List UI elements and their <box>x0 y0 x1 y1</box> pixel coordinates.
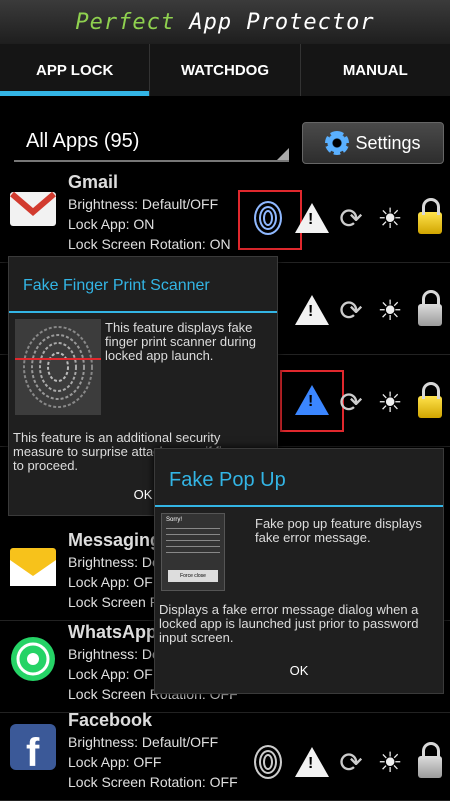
app-filter-label: All Apps (95) <box>26 130 140 152</box>
dropdown-corner-icon <box>277 148 289 160</box>
sun-icon: ☀ <box>377 746 403 778</box>
lock-toggle[interactable] <box>412 290 448 328</box>
fake-popup-toggle[interactable]: ! <box>294 744 330 780</box>
app-name: WhatsApp <box>68 622 157 642</box>
app-rotation-status: Lock Screen Ro <box>68 594 168 610</box>
settings-label: Settings <box>355 132 421 153</box>
app-title-part2: App Protector <box>189 9 375 35</box>
app-lock-status: Lock App: OFF <box>68 754 162 770</box>
app-brightness: Brightness: De <box>68 646 160 662</box>
filter-bar: All Apps (95) Settings <box>0 110 450 168</box>
preview-text <box>166 528 220 558</box>
fake-error-preview-image: Sorry! Force close <box>161 513 225 591</box>
dialog-description: This feature displays fake finger print … <box>105 320 257 363</box>
lock-toggle[interactable] <box>412 198 448 236</box>
lock-toggle[interactable] <box>412 742 448 780</box>
tab-watchdog[interactable]: WATCHDOG <box>150 44 301 96</box>
brightness-toggle[interactable]: ☀ <box>372 744 408 780</box>
brightness-toggle[interactable]: ☀ <box>372 384 408 420</box>
rotation-icon: ⟳ <box>339 202 363 234</box>
gmail-icon <box>10 191 56 226</box>
sun-icon: ☀ <box>377 386 403 418</box>
app-lock-status: Lock App: OFF <box>68 574 162 590</box>
app-title-bar: Perfect App Protector <box>0 0 450 45</box>
fingerprint-icon <box>254 201 282 235</box>
app-brightness: Brightness: De <box>68 554 160 570</box>
rotation-toggle[interactable]: ⟳ <box>333 200 369 236</box>
svg-text:f: f <box>26 731 40 772</box>
app-row-gmail[interactable]: Gmail Brightness: Default/OFF Lock App: … <box>0 170 450 263</box>
messaging-icon <box>10 548 56 586</box>
rotation-toggle[interactable]: ⟳ <box>333 744 369 780</box>
app-filter-dropdown[interactable]: All Apps (95) <box>14 118 289 162</box>
tab-app-lock[interactable]: APP LOCK <box>0 44 151 96</box>
app-row-facebook[interactable]: f Facebook Brightness: Default/OFF Lock … <box>0 708 450 801</box>
dialog-title: Fake Pop Up <box>169 469 286 491</box>
app-title: Perfect App Protector <box>75 10 374 35</box>
lock-toggle[interactable] <box>412 382 448 420</box>
lock-closed-icon <box>418 198 442 234</box>
warning-icon: ! <box>295 203 329 233</box>
fingerprint-preview-image <box>15 319 101 415</box>
dialog-title: Fake Finger Print Scanner <box>23 277 210 294</box>
preview-title: Sorry! <box>166 517 183 523</box>
rotation-icon: ⟳ <box>339 294 363 326</box>
lock-closed-icon <box>418 382 442 418</box>
preview-button: Force close <box>168 570 218 582</box>
gear-icon <box>325 131 350 155</box>
rotation-icon: ⟳ <box>339 386 363 418</box>
app-name: Messaging <box>68 530 162 550</box>
app-lock-status: Lock App: OFF <box>68 666 162 682</box>
dialog-detail: Displays a fake error message dialog whe… <box>159 602 419 645</box>
fake-popup-dialog: Fake Pop Up Sorry! Force close Fake pop … <box>154 448 444 694</box>
tab-manual[interactable]: MANUAL <box>301 44 450 96</box>
settings-button[interactable]: Settings <box>302 122 444 164</box>
rotation-icon: ⟳ <box>339 746 363 778</box>
lock-open-icon <box>418 742 442 778</box>
dialog-divider <box>9 311 277 313</box>
sun-icon: ☀ <box>377 294 403 326</box>
lock-open-icon <box>418 290 442 326</box>
app-rotation-status: Lock Screen Rotation: OFF <box>68 774 238 790</box>
fingerprint-icon <box>254 745 282 779</box>
app-brightness: Brightness: Default/OFF <box>68 734 219 750</box>
dialog-description: Fake pop up feature displays fake error … <box>255 516 422 545</box>
fake-popup-toggle[interactable]: ! <box>294 382 330 418</box>
warning-icon: ! <box>295 747 329 777</box>
app-brightness: Brightness: Default/OFF <box>68 196 219 212</box>
app-lock-status: Lock App: ON <box>68 216 155 232</box>
sun-icon: ☀ <box>377 202 403 234</box>
app-name: Facebook <box>68 710 153 730</box>
main-tabs: APP LOCK WATCHDOG MANUAL <box>0 44 450 96</box>
rotation-toggle[interactable]: ⟳ <box>333 292 369 328</box>
fake-popup-toggle[interactable]: ! <box>294 200 330 236</box>
app-title-part1: Perfect <box>75 9 176 35</box>
dialog-detail-end: to proceed. <box>13 458 79 473</box>
app-rotation-status: Lock Screen Rotation: ON <box>68 236 231 252</box>
facebook-icon: f <box>10 724 56 772</box>
dialog-ok-button[interactable]: OK <box>155 663 443 678</box>
warning-icon: ! <box>295 385 329 415</box>
brightness-toggle[interactable]: ☀ <box>372 292 408 328</box>
warning-icon: ! <box>295 295 329 325</box>
fingerprint-toggle[interactable] <box>250 200 286 236</box>
whatsapp-icon <box>11 637 55 681</box>
fake-popup-toggle[interactable]: ! <box>294 292 330 328</box>
dialog-divider <box>155 505 443 507</box>
rotation-toggle[interactable]: ⟳ <box>333 384 369 420</box>
brightness-toggle[interactable]: ☀ <box>372 200 408 236</box>
fingerprint-toggle[interactable] <box>250 744 286 780</box>
app-name: Gmail <box>68 172 119 192</box>
